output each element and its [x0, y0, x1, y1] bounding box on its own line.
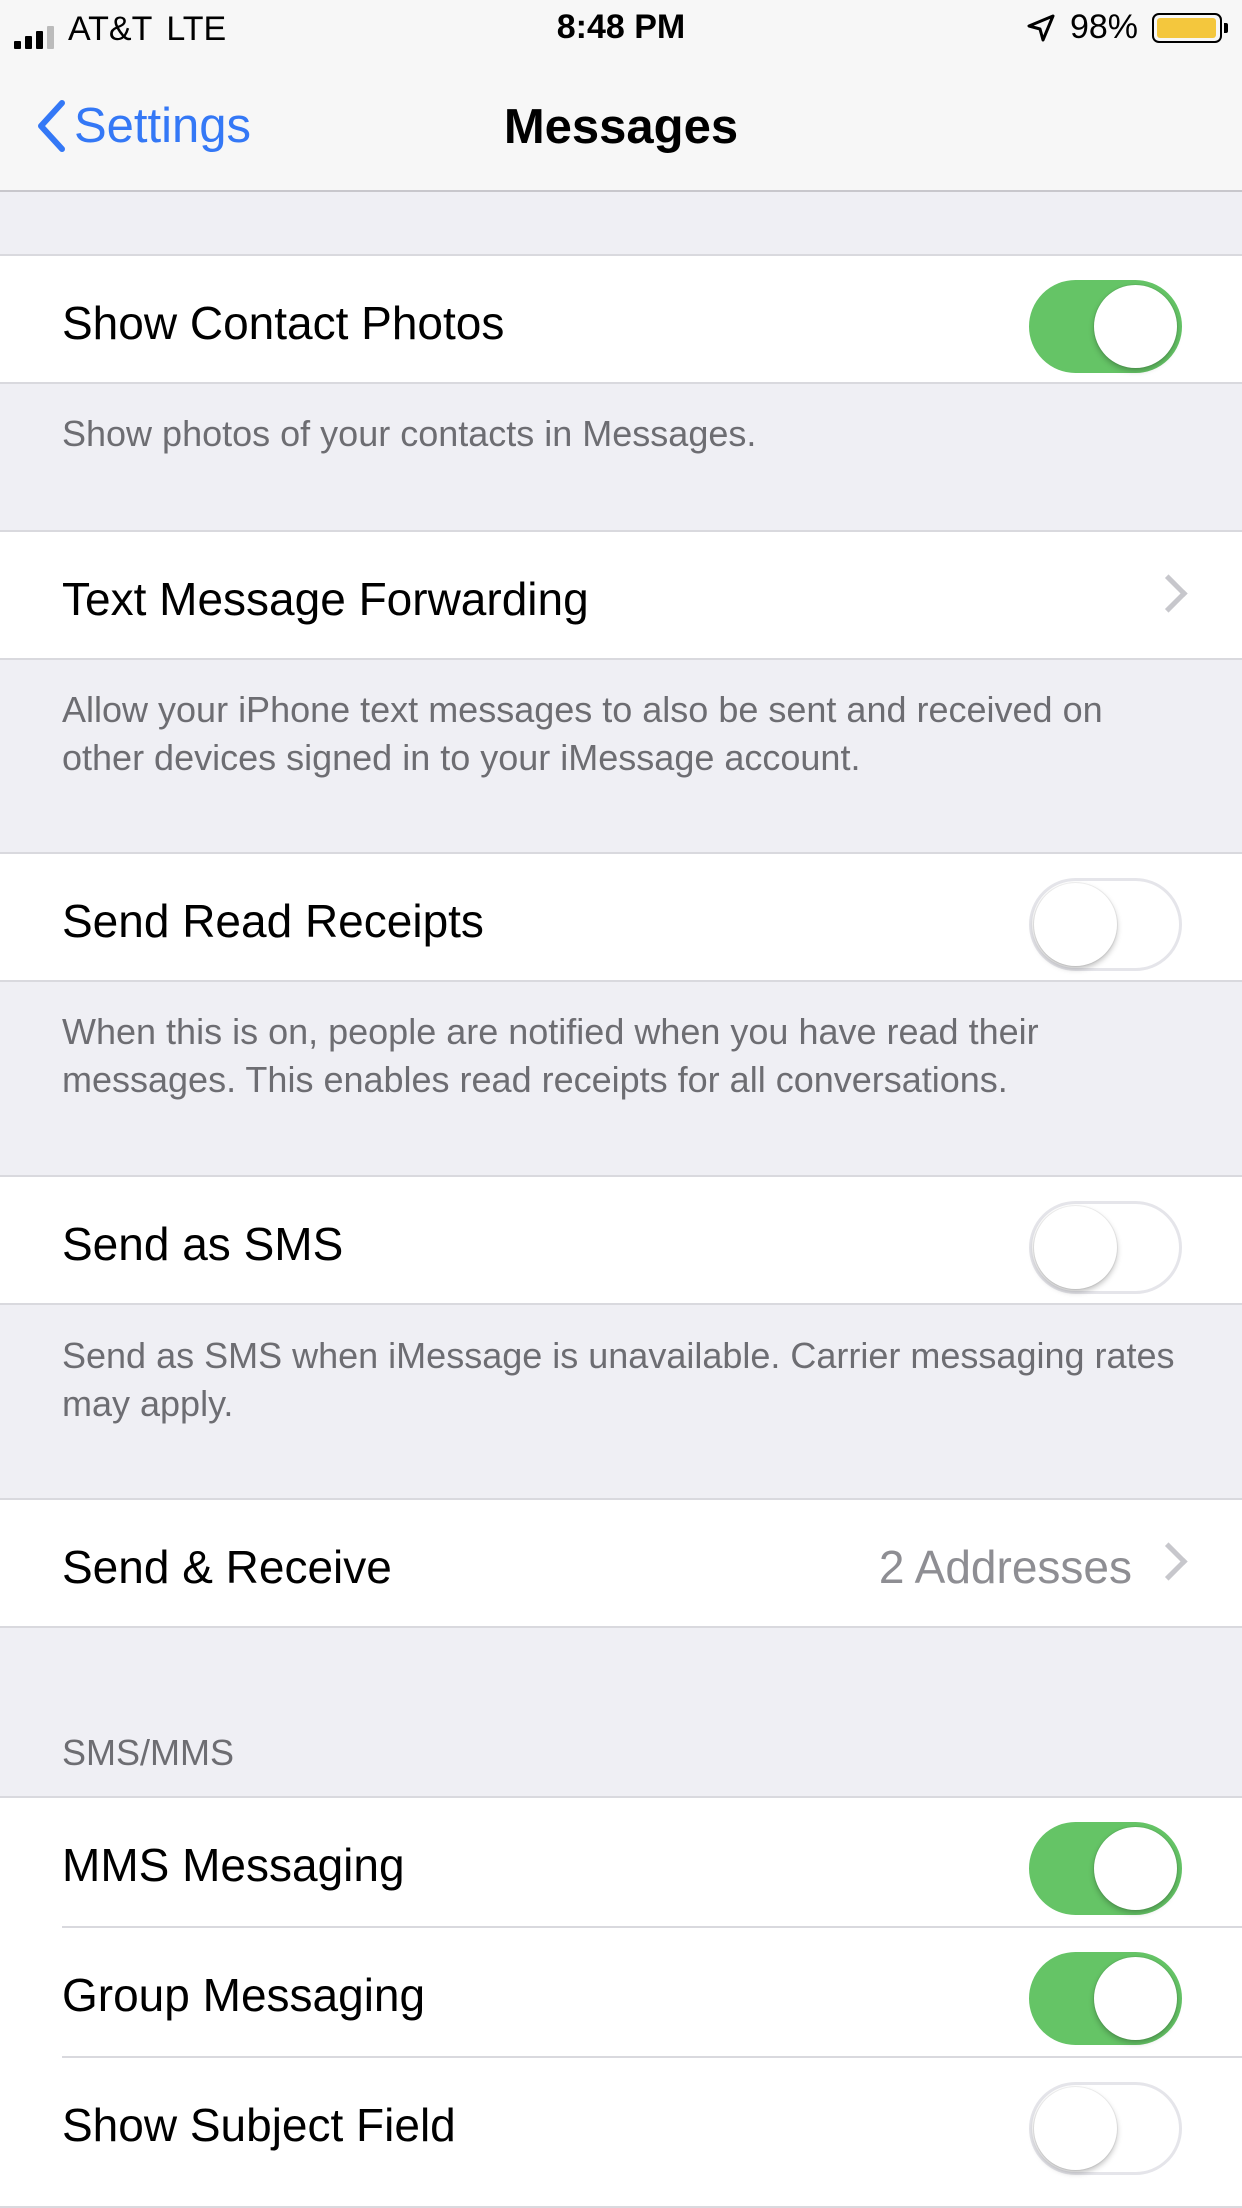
row-show-contact-photos: Show Contact Photos	[0, 254, 1242, 384]
switch-knob	[1034, 2087, 1117, 2170]
row-send-read-receipts: Send Read Receipts	[0, 852, 1242, 982]
show-subject-field-switch[interactable]	[1029, 2082, 1182, 2175]
page-title: Messages	[503, 100, 739, 154]
switch-knob	[1034, 883, 1117, 966]
row-send-and-receive[interactable]: Send & Receive 2 Addresses	[0, 1498, 1242, 1628]
show-contact-photos-footer: Show photos of your contacts in Messages…	[62, 413, 757, 454]
send-as-sms-switch[interactable]	[1029, 1201, 1182, 1294]
location-arrow-icon	[1027, 14, 1055, 41]
status-bar-right: 98%	[1026, 8, 1228, 47]
row-text-message-forwarding[interactable]: Text Message Forwarding	[0, 530, 1242, 660]
show-contact-photos-switch[interactable]	[1029, 280, 1182, 373]
text-forwarding-footer: Allow your iPhone text messages to also …	[62, 689, 1103, 778]
mms-messaging-switch[interactable]	[1029, 1822, 1182, 1915]
navigation-bar: Settings Messages	[0, 56, 1242, 192]
group-messaging-switch[interactable]	[1029, 1952, 1182, 2045]
send-as-sms-footer: Send as SMS when iMessage is unavailable…	[62, 1335, 1175, 1424]
send-receive-detail: 2 Addresses	[878, 1541, 1132, 1593]
chevron-right-icon	[1149, 574, 1188, 613]
read-receipts-label: Send Read Receipts	[62, 895, 484, 947]
send-as-sms-label: Send as SMS	[62, 1218, 344, 1270]
show-contact-photos-label: Show Contact Photos	[62, 297, 505, 349]
read-receipts-footer: When this is on, people are notified whe…	[62, 1011, 1039, 1100]
row-send-as-sms: Send as SMS	[0, 1175, 1242, 1305]
row-show-subject-field: Show Subject Field	[0, 2058, 1242, 2188]
mms-messaging-label: MMS Messaging	[62, 1839, 405, 1891]
battery-percent: 98%	[1069, 8, 1138, 46]
sms-mms-group: MMS Messaging Group Messaging Show Subje…	[0, 1796, 1242, 2208]
status-bar: AT&T LTE 8:48 PM 98%	[0, 0, 1242, 56]
switch-knob	[1094, 1827, 1177, 1910]
switch-knob	[1034, 1206, 1117, 1289]
read-receipts-switch[interactable]	[1029, 878, 1182, 971]
sms-mms-section-header: SMS/MMS	[62, 1732, 235, 1773]
show-subject-field-label: Show Subject Field	[62, 2099, 456, 2151]
battery-fill	[1157, 17, 1216, 38]
row-mms-messaging: MMS Messaging	[0, 1798, 1242, 1928]
chevron-right-icon	[1149, 1542, 1188, 1581]
switch-knob	[1094, 285, 1177, 368]
text-forwarding-label: Text Message Forwarding	[62, 573, 589, 625]
switch-knob	[1094, 1957, 1177, 2040]
battery-icon	[1152, 12, 1228, 43]
group-messaging-label: Group Messaging	[62, 1969, 426, 2021]
send-receive-label: Send & Receive	[62, 1541, 392, 1593]
row-group-messaging: Group Messaging	[0, 1928, 1242, 2058]
